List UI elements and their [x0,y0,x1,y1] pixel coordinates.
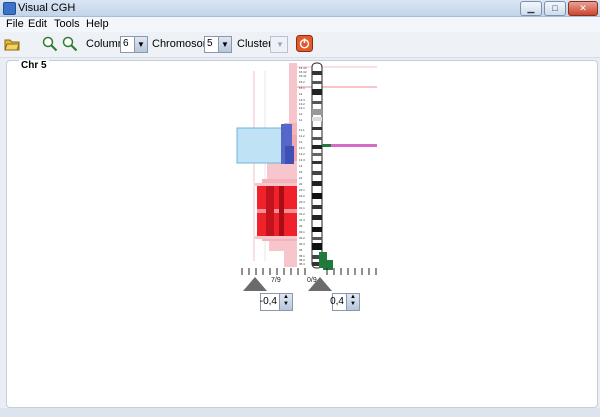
maximize-button[interactable]: □ [544,1,566,16]
window-title: Visual CGH [18,2,76,14]
menu-bar: File Edit Tools Help [0,17,600,33]
svg-text:21: 21 [299,176,303,180]
svg-text:13.1: 13.1 [299,106,305,110]
svg-text:13.2: 13.2 [299,152,305,156]
svg-text:35.3: 35.3 [299,262,305,266]
chevron-down-icon: ▼ [134,37,147,52]
svg-text:22: 22 [299,182,303,186]
chevron-down-icon: ▼ [273,37,287,52]
menu-file[interactable]: File [6,18,24,30]
svg-text:23.2: 23.2 [299,194,305,198]
svg-text:12: 12 [299,140,303,144]
chromosome-panel: Chr 5 15.33 15.32 15.31 15.2 15.1 14 13.… [6,60,598,408]
zoom-out-icon[interactable] [62,36,78,52]
power-icon[interactable] [296,35,313,52]
svg-text:15.31: 15.31 [299,74,307,78]
cgh-plot[interactable]: 15.3315.3215.31 15.215.114 13.313.213.1 … [7,61,597,407]
spinner-arrows-icon[interactable]: ▲ ▼ [279,294,292,310]
toolbar: Columns 6 ▼ Chromosome 5 ▼ Cluster ▼ [0,32,600,58]
svg-text:31.3: 31.3 [299,218,305,222]
chromosome-ideogram: 15.3315.3215.31 15.215.114 13.313.213.1 … [299,62,323,269]
svg-text:11.2: 11.2 [299,134,305,138]
svg-text:13.1: 13.1 [299,146,305,150]
close-button[interactable]: ✕ [568,1,598,16]
left-threshold-value: -0,4 [259,296,277,307]
menu-edit[interactable]: Edit [28,18,47,30]
open-folder-icon[interactable] [4,36,20,52]
right-scale-label: 0/9 [307,277,317,284]
svg-text:15.1: 15.1 [299,86,305,90]
svg-text:15.2: 15.2 [299,80,305,84]
menu-tools[interactable]: Tools [54,18,80,30]
title-bar: Visual CGH ▁ □ ✕ [0,0,600,17]
menu-help[interactable]: Help [86,18,109,30]
left-threshold-slider[interactable] [243,277,267,291]
svg-text:31.1: 31.1 [299,206,305,210]
svg-text:15: 15 [299,170,303,174]
svg-text:32: 32 [299,224,303,228]
cluster-select[interactable]: ▼ [270,36,288,53]
svg-text:31.2: 31.2 [299,212,305,216]
svg-text:23.1: 23.1 [299,188,305,192]
svg-text:33.1: 33.1 [299,230,305,234]
svg-text:33.2: 33.2 [299,236,305,240]
left-scale-label: 7/9 [271,277,281,284]
green-marker [323,260,333,270]
svg-text:12: 12 [299,112,303,116]
left-threshold-spinner[interactable]: -0,4 ▲ ▼ [260,293,293,311]
gain-region [255,183,297,239]
status-bar [0,408,600,417]
right-threshold-value: 0,4 [330,296,344,307]
svg-text:13.3: 13.3 [299,158,305,162]
blue-band [285,146,294,164]
svg-text:33.3: 33.3 [299,242,305,246]
svg-text:11.1: 11.1 [299,128,305,132]
left-scale-ticks [241,268,306,275]
svg-text:34: 34 [299,248,303,252]
window-controls: ▁ □ ✕ [520,1,598,16]
app-icon [3,2,16,15]
spinner-arrows-icon[interactable]: ▲ ▼ [346,294,359,310]
zoom-in-icon[interactable] [42,36,58,52]
chromosome-value: 5 [207,38,213,49]
green-marker [322,144,331,147]
svg-text:23.3: 23.3 [299,200,305,204]
right-threshold-spinner[interactable]: 0,4 ▲ ▼ [330,293,360,311]
cluster-label: Cluster [237,38,272,50]
columns-value: 6 [123,38,129,49]
pink-marker [331,144,377,147]
chevron-down-icon: ▼ [218,37,231,52]
columns-select[interactable]: 6 ▼ [120,36,148,53]
right-scale-ticks [326,268,377,275]
svg-text:11: 11 [299,118,302,122]
svg-text:14: 14 [299,164,303,168]
svg-text:14: 14 [299,92,303,96]
chromosome-select[interactable]: 5 ▼ [204,36,232,53]
minimize-button[interactable]: ▁ [520,1,542,16]
